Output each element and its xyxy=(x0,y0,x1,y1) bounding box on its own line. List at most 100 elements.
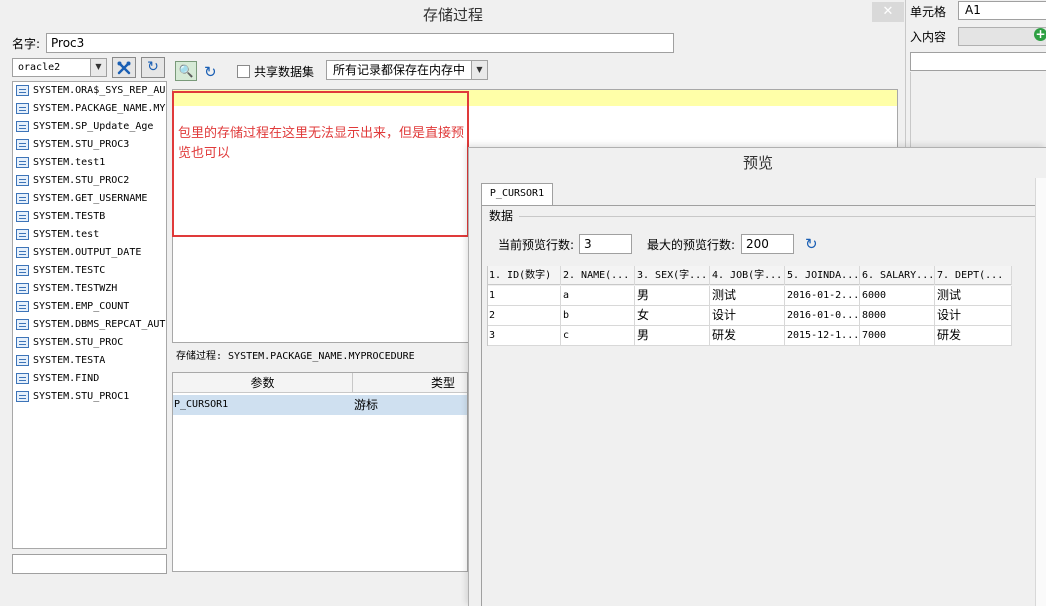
parameter-table-header: 参数 类型 xyxy=(173,373,467,393)
max-rows-input[interactable]: 200 xyxy=(741,234,794,254)
column-header[interactable]: 4. JOB(字... xyxy=(710,266,785,285)
procedure-icon xyxy=(16,265,29,276)
column-header[interactable]: 1. ID(数字) xyxy=(487,266,561,285)
refresh-button[interactable]: ↻ xyxy=(204,63,217,81)
table-cell: 8000 xyxy=(860,306,935,325)
parameter-table: 参数 类型 P_CURSOR1 游标 xyxy=(172,372,468,572)
procedure-list-item[interactable]: SYSTEM.test1 xyxy=(13,154,166,172)
procedure-list-item[interactable]: SYSTEM.GET_USERNAME xyxy=(13,190,166,208)
data-group-label: 数据 xyxy=(489,209,514,223)
table-cell: a xyxy=(561,286,635,305)
procedure-list-item[interactable]: SYSTEM.EMP_COUNT xyxy=(13,298,166,316)
memory-mode-select[interactable]: 所有记录都保存在内存中 ▼ xyxy=(326,60,488,80)
procedure-list-item[interactable]: SYSTEM.STU_PROC xyxy=(13,334,166,352)
procedure-list-item-label: SYSTEM.STU_PROC1 xyxy=(33,391,130,402)
procedure-list-item[interactable]: SYSTEM.STU_PROC1 xyxy=(13,388,166,406)
procedure-list-item[interactable]: SYSTEM.TESTC xyxy=(13,262,166,280)
table-cell: 2016-01-2... xyxy=(785,286,860,305)
procedure-list-item[interactable]: SYSTEM.SP_Update_Age xyxy=(13,118,166,136)
procedure-list-item[interactable]: SYSTEM.TESTB xyxy=(13,208,166,226)
column-header[interactable]: 2. NAME(... xyxy=(561,266,635,285)
table-row[interactable]: 3 c 男研发 2015-12-1... 7000 研发 xyxy=(487,326,1012,346)
current-rows-input[interactable]: 3 xyxy=(579,234,632,254)
procedure-list-item[interactable]: SYSTEM.STU_PROC2 xyxy=(13,172,166,190)
table-row[interactable]: P_CURSOR1 游标 xyxy=(173,395,467,415)
table-row[interactable]: 1 a 男测试 2016-01-2... 6000 测试 xyxy=(487,286,1012,306)
content-input[interactable] xyxy=(910,52,1046,71)
procedure-icon xyxy=(16,247,29,258)
content-label: 入内容 xyxy=(910,30,947,44)
name-label: 名字: xyxy=(12,37,41,51)
column-header-type[interactable]: 类型 xyxy=(354,373,467,393)
procedure-list-item[interactable]: SYSTEM.STU_PROC3 xyxy=(13,136,166,154)
procedure-list-item[interactable]: SYSTEM.PACKAGE_NAME.MY xyxy=(13,100,166,118)
datasource-select[interactable]: oracle2 ▼ xyxy=(12,58,107,77)
procedure-list-item[interactable]: SYSTEM.DBMS_REPCAT_AUT xyxy=(13,316,166,334)
tools-icon xyxy=(117,61,131,75)
table-cell: 男 xyxy=(635,286,710,305)
procedure-list-item-label: SYSTEM.STU_PROC3 xyxy=(33,139,130,150)
column-header[interactable]: 6. SALARY... xyxy=(860,266,935,285)
procedure-list-item-label: SYSTEM.TESTA xyxy=(33,355,106,366)
preview-button[interactable]: 🔍 xyxy=(175,61,197,81)
table-cell: 2016-01-0... xyxy=(785,306,860,325)
refresh-preview-button[interactable]: ↻ xyxy=(805,235,818,253)
refresh-icon: ↻ xyxy=(204,63,217,81)
table-row[interactable]: 2 b 女设计 2016-01-0... 8000 设计 xyxy=(487,306,1012,326)
current-rows-label: 当前预览行数: xyxy=(498,238,575,252)
cell-label: 单元格 xyxy=(910,5,947,19)
cell-input[interactable]: A1 xyxy=(958,1,1046,20)
table-cell: 7000 xyxy=(860,326,935,345)
procedure-list-item[interactable]: SYSTEM.TESTWZH xyxy=(13,280,166,298)
annotation-text: 包里的存储过程在这里无法显示出来，但是直接预览也可以 xyxy=(178,126,465,161)
procedure-icon xyxy=(16,391,29,402)
column-header[interactable]: 5. JOINDA... xyxy=(785,266,860,285)
preview-grid-header: 1. ID(数字) 2. NAME(... 3. SEX(字... 4. JOB(字.… xyxy=(487,266,1012,285)
refresh-icon: ↻ xyxy=(805,235,818,253)
grid-border xyxy=(487,266,488,346)
procedure-list-item-label: SYSTEM.TESTB xyxy=(33,211,106,222)
content-select[interactable] xyxy=(958,27,1046,46)
column-header[interactable]: 3. SEX(字... xyxy=(635,266,710,285)
close-button[interactable]: ✕ xyxy=(872,2,904,22)
procedure-icon xyxy=(16,85,29,96)
procedure-list-item[interactable]: SYSTEM.ORA$_SYS_REP_AU xyxy=(13,82,166,100)
procedure-list-item-label: SYSTEM.OUTPUT_DATE xyxy=(33,247,142,258)
column-header-param[interactable]: 参数 xyxy=(173,373,353,393)
procedure-list-item-label: SYSTEM.EMP_COUNT xyxy=(33,301,130,312)
procedure-list-item[interactable]: SYSTEM.TESTA xyxy=(13,352,166,370)
procedure-icon xyxy=(16,157,29,168)
preview-scrollbar[interactable] xyxy=(1035,178,1046,606)
shared-dataset-checkbox[interactable] xyxy=(237,65,250,78)
procedure-list-item[interactable]: SYSTEM.test xyxy=(13,226,166,244)
connection-config-button[interactable] xyxy=(112,57,136,78)
plus-icon[interactable]: + xyxy=(1034,28,1046,41)
procedure-list-item-label: SYSTEM.STU_PROC xyxy=(33,337,124,348)
chevron-down-icon[interactable]: ▼ xyxy=(90,59,106,76)
procedure-list-item-label: SYSTEM.TESTC xyxy=(33,265,106,276)
procedure-search-input[interactable] xyxy=(12,554,167,574)
dialog-title: 存储过程 xyxy=(422,6,483,24)
procedure-list-item[interactable]: SYSTEM.OUTPUT_DATE xyxy=(13,244,166,262)
name-input[interactable]: Proc3 xyxy=(46,33,674,53)
param-type-cell: 游标 xyxy=(354,398,379,412)
procedure-icon xyxy=(16,373,29,384)
procedure-icon xyxy=(16,301,29,312)
column-header[interactable]: 7. DEPT(... xyxy=(935,266,1012,285)
memory-mode-value: 所有记录都保存在内存中 xyxy=(333,63,466,77)
tab-p-cursor1[interactable]: P_CURSOR1 xyxy=(481,183,553,205)
shared-dataset-label: 共享数据集 xyxy=(254,65,315,79)
preview-grid: 1. ID(数字) 2. NAME(... 3. SEX(字... 4. JOB(字.… xyxy=(487,266,1012,346)
chevron-down-icon[interactable]: ▼ xyxy=(471,61,487,79)
procedure-list[interactable]: SYSTEM.ORA$_SYS_REP_AU SYSTEM.PACKAGE_NAM… xyxy=(12,81,167,549)
table-cell: 1 xyxy=(487,286,561,305)
table-cell: 设计 xyxy=(935,306,1012,325)
procedure-list-item-label: SYSTEM.GET_USERNAME xyxy=(33,193,148,204)
procedure-icon xyxy=(16,283,29,294)
procedure-icon xyxy=(16,139,29,150)
procedure-list-item-label: SYSTEM.STU_PROC2 xyxy=(33,175,130,186)
preview-dialog: 预览 P_CURSOR1 数据 当前预览行数: 3 最大的预览行数: 200 ↻… xyxy=(468,147,1046,606)
procedure-list-item[interactable]: SYSTEM.FIND xyxy=(13,370,166,388)
refresh-datasource-button[interactable]: ↻ xyxy=(141,57,165,78)
procedure-icon xyxy=(16,175,29,186)
